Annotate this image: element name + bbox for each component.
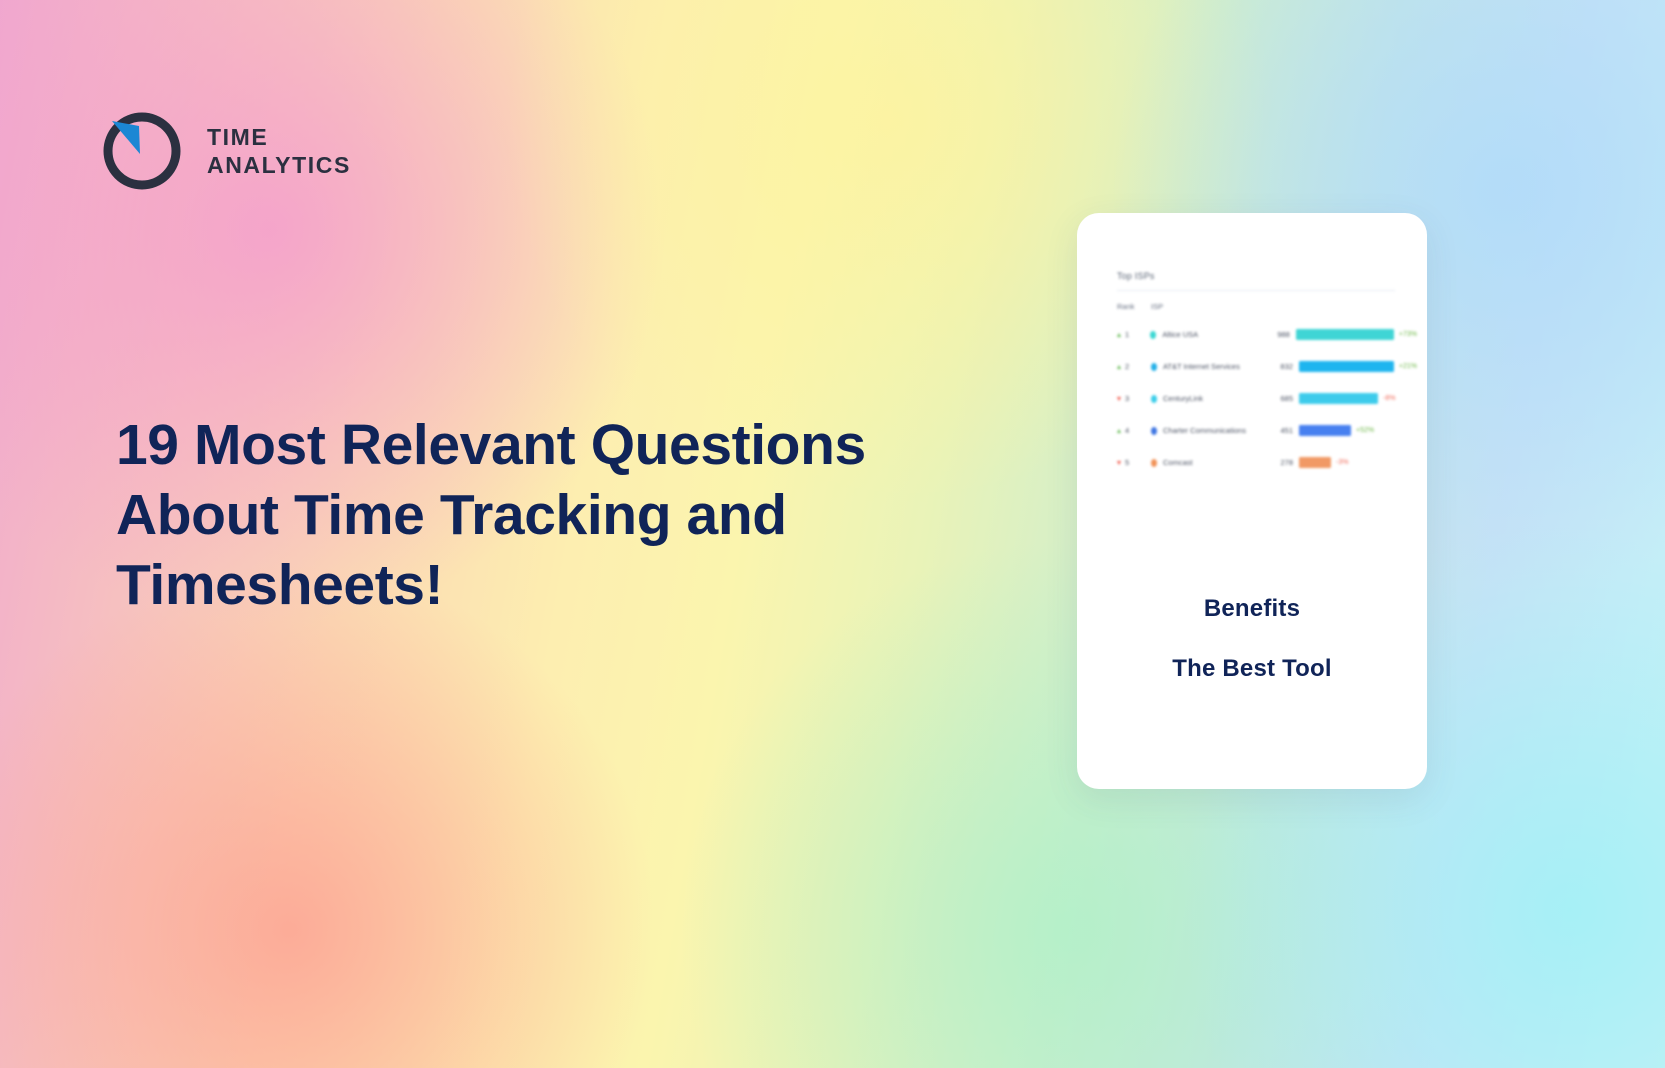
caption-best-tool: The Best Tool [1172,655,1332,682]
cell-rank: 4 [1117,426,1151,435]
widget-divider [1117,290,1395,291]
brand-name-line-2: ANALYTICS [207,152,351,178]
bar [1299,457,1331,468]
bar [1299,393,1378,404]
card-captions: Benefits The Best Tool [1077,595,1427,683]
cell-value: 832 [1280,362,1293,371]
isp-color-dot-icon [1150,362,1157,371]
column-header-isp: ISP [1151,302,1164,311]
bar [1299,425,1351,436]
cell-rank: 3 [1117,394,1151,403]
brand-name: TIME ANALYTICS [207,123,351,179]
rank-value: 1 [1125,330,1130,339]
cell-rank: 1 [1117,330,1150,339]
trend-up-icon [1117,428,1121,433]
cell-value: 685 [1280,394,1293,403]
brand-logo[interactable]: TIME ANALYTICS [99,108,351,194]
trend-down-icon [1117,396,1121,401]
table-row[interactable]: 1 Altice USA 988 +73% [1117,323,1417,346]
trend-up-icon [1117,332,1121,337]
table-body: 1 Altice USA 988 +73% 2 AT&T Internet Service… [1117,323,1417,474]
isp-color-dot-icon [1151,394,1157,403]
rank-value: 4 [1125,426,1130,435]
table-row[interactable]: 3 CenturyLink 685 -8% [1117,387,1417,410]
table-row[interactable]: 4 Charter Communications 451 +52% [1117,419,1417,442]
cell-isp-name: Comcast [1163,458,1193,467]
cell-delta: +52% [1356,427,1375,434]
cell-delta: -8% [1383,395,1396,402]
bar [1295,329,1394,340]
rank-value: 5 [1125,458,1130,467]
top-isps-widget: Top ISPs Rank ISP 1 Altice USA 988 +73% 2 AT&… [1117,271,1417,483]
cell-isp-name: Altice USA [1162,330,1199,339]
table-row[interactable]: 5 Comcast 278 -3% [1117,451,1417,474]
widget-title: Top ISPs [1117,271,1155,281]
promo-card: Top ISPs Rank ISP 1 Altice USA 988 +73% 2 AT&… [1077,213,1427,789]
trend-down-icon [1117,460,1121,465]
column-header-rank: Rank [1117,302,1135,311]
cell-delta: -3% [1336,459,1349,466]
cell-isp-name: AT&T Internet Services [1162,362,1240,371]
caption-benefits: Benefits [1203,595,1301,622]
cell-isp-name: Charter Communications [1163,426,1246,435]
rank-value: 3 [1125,394,1130,403]
bar [1298,361,1394,372]
isp-color-dot-icon [1151,458,1157,467]
trend-up-icon [1117,364,1121,369]
page-title: 19 Most Relevant Questions About Time Tr… [116,413,866,618]
clock-ring-icon [103,112,181,190]
cell-value: 451 [1280,426,1293,435]
table-row[interactable]: 2 AT&T Internet Services 832 +21% [1117,355,1417,378]
rank-value: 2 [1125,362,1130,371]
isp-color-dot-icon [1151,426,1157,435]
brand-name-line-1: TIME [207,124,269,150]
cell-delta: +21% [1398,363,1417,370]
cell-delta: +73% [1398,331,1417,338]
cell-isp-name: CenturyLink [1163,394,1204,403]
isp-color-dot-icon [1150,330,1157,339]
cell-rank: 5 [1117,458,1151,467]
cell-value: 278 [1280,458,1293,467]
cell-rank: 2 [1117,362,1151,371]
cell-value: 988 [1277,330,1290,339]
table-header-row: Rank ISP [1117,302,1417,311]
